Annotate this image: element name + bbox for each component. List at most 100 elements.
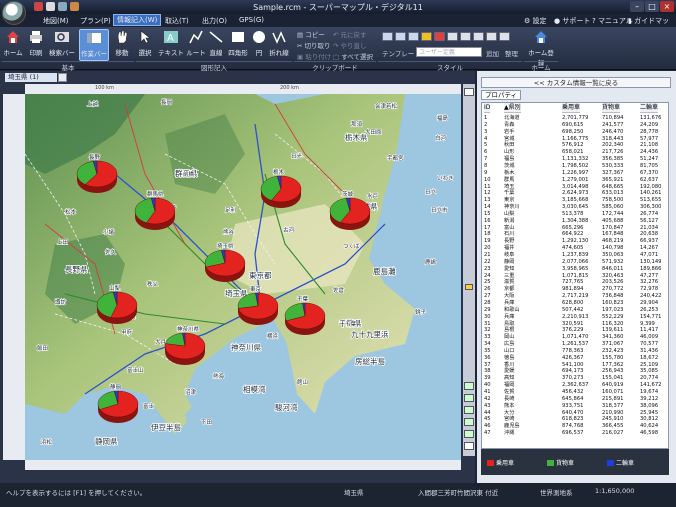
work-bar-button[interactable]: 作業バー	[79, 29, 109, 61]
layer-toggle-5-icon[interactable]	[464, 430, 474, 438]
table-row[interactable]: 46 鹿児島 874,768 366,455 40,624	[482, 423, 670, 430]
menu-import[interactable]: 取込(T)	[162, 16, 192, 26]
route-button[interactable]: ルート	[186, 29, 206, 61]
paste-button[interactable]: ▣ 貼り付け	[297, 51, 331, 61]
table-row[interactable]: 36 徳島 426,367 155,780 18,672	[482, 355, 670, 362]
layer-toggle-1-icon[interactable]	[464, 382, 474, 390]
map-canvas[interactable]: 長野県群馬県栃木県茨城県山梨県埼玉県東京都千葉県神奈川県静岡県伊豆半島房総半島鹿…	[25, 94, 461, 460]
template-add-button[interactable]: 追加	[486, 48, 499, 58]
table-row[interactable]: 2 青森 690,615 241,577 24,209	[482, 122, 670, 129]
menu-output[interactable]: 出力(O)	[199, 16, 230, 26]
search-bar-button[interactable]: 検索バー	[47, 29, 77, 61]
table-row[interactable]: 38 愛媛 694,173 256,943 35,085	[482, 368, 670, 375]
table-row[interactable]: 26 京都 981,894 270,772 72,978	[482, 286, 670, 293]
table-row[interactable]: 8 茨城 1,798,502 530,333 81,705	[482, 163, 670, 170]
quick-undo-icon[interactable]	[58, 2, 67, 11]
tab-properties[interactable]: プロパティ	[481, 90, 521, 100]
table-row[interactable]: 22 静岡 2,077,066 571,932 130,149	[482, 259, 670, 266]
table-row[interactable]: 15 山梨 513,378 172,744 26,774	[482, 211, 670, 218]
table-row[interactable]: 27 大阪 2,717,219 736,848 240,422	[482, 293, 670, 300]
table-row[interactable]: 43 熊本 933,751 318,377 38,096	[482, 403, 670, 410]
table-row[interactable]: 23 愛知 3,958,965 846,011 189,866	[482, 266, 670, 273]
support-menu[interactable]: ● サポート	[554, 16, 590, 26]
color-red-icon[interactable]	[434, 32, 445, 41]
table-row[interactable]: 3 岩手 698,250 246,470 28,778	[482, 129, 670, 136]
table-row[interactable]: 34 広島 1,261,537 371,067 70,577	[482, 341, 670, 348]
quick-print-icon[interactable]	[70, 2, 79, 11]
layer-toggle-3-icon[interactable]	[464, 406, 474, 414]
minimize-button[interactable]: –	[630, 1, 644, 12]
table-row[interactable]: 10 群馬 1,279,001 365,921 62,637	[482, 177, 670, 184]
table-row[interactable]: 1 北海道 2,701,779 710,894 131,676	[482, 115, 670, 122]
menu-map[interactable]: 地図(M)	[40, 16, 72, 26]
map-tab[interactable]: 埼玉県 (1)	[5, 73, 57, 82]
copy-button[interactable]: ▤ コピー	[297, 29, 325, 39]
line-button[interactable]: 直線	[207, 29, 225, 61]
template-organize-button[interactable]: 整理	[505, 48, 518, 58]
line-style-icon[interactable]	[395, 32, 406, 41]
table-row[interactable]: 28 兵庫 628,800 160,823 29,904	[482, 300, 670, 307]
table-row[interactable]: 18 石川 664,922 167,848 20,638	[482, 231, 670, 238]
table-row[interactable]: 21 岐阜 1,237,839 350,063 47,071	[482, 252, 670, 259]
symbol-icon[interactable]	[421, 32, 432, 41]
layer-icon[interactable]	[499, 32, 510, 41]
table-row[interactable]: 47 沖縄 696,537 216,027 46,598	[482, 430, 670, 437]
table-row[interactable]: 35 山口 778,363 232,423 31,436	[482, 348, 670, 355]
cut-button[interactable]: ✂ 切り取り	[297, 40, 331, 50]
table-row[interactable]: 45 宮崎 618,823 245,910 30,812	[482, 416, 670, 423]
template-select[interactable]: ユーザー定義	[416, 47, 482, 57]
rectangle-button[interactable]: 四角形	[226, 29, 250, 61]
menu-plan[interactable]: プラン(P)	[77, 16, 114, 26]
home-register-button[interactable]: ホーム登録	[526, 29, 556, 67]
table-row[interactable]: 32 島根 376,229 139,611 11,417	[482, 327, 670, 334]
zoom-out-icon[interactable]	[464, 442, 474, 450]
close-button[interactable]: ×	[660, 1, 674, 12]
zoom-slider[interactable]	[463, 84, 475, 456]
select-all-button[interactable]: ⬚ すべて選択	[333, 51, 373, 61]
table-row[interactable]: 39 高知 370,273 155,041 20,774	[482, 375, 670, 382]
settings-menu[interactable]: ⚙ 設定	[524, 16, 547, 26]
table-row[interactable]: 6 山形 658,021 217,726 24,436	[482, 149, 670, 156]
table-row[interactable]: 40 福岡 2,362,637 640,919 141,672	[482, 382, 670, 389]
circle-button[interactable]: 円	[251, 29, 267, 61]
alignment-icon[interactable]	[486, 32, 497, 41]
zoom-handle[interactable]	[465, 284, 473, 290]
fill-style-icon[interactable]	[382, 32, 393, 41]
font-size-icon[interactable]	[473, 32, 484, 41]
table-row[interactable]: 41 佐賀 456,432 160,071 19,674	[482, 389, 670, 396]
redo-button[interactable]: ↷ やり直し	[333, 40, 367, 50]
table-row[interactable]: 14 神奈川 3,030,645 585,060 306,300	[482, 204, 670, 211]
col-header-pref[interactable]: ▲県別	[504, 103, 521, 113]
manual-menu[interactable]: ? マニュアル	[592, 16, 633, 26]
table-row[interactable]: 13 東京 3,185,668 758,500 513,655	[482, 197, 670, 204]
table-row[interactable]: 12 千葉 2,624,973 633,013 140,261	[482, 190, 670, 197]
table-row[interactable]: 7 福島 1,131,332 356,385 51,247	[482, 156, 670, 163]
menu-info-entry[interactable]: 情報記入(W)	[113, 14, 162, 26]
table-row[interactable]: 9 栃木 1,226,997 327,367 67,370	[482, 170, 670, 177]
line-type-icon[interactable]	[460, 32, 471, 41]
quick-open-icon[interactable]	[46, 2, 55, 11]
table-row[interactable]: 20 福井 474,605 140,798 14,267	[482, 245, 670, 252]
menu-gps[interactable]: GPS(G)	[236, 16, 267, 24]
col-header-motorcycle[interactable]: 二輪車	[640, 103, 659, 113]
text-button[interactable]: A テキスト	[158, 29, 184, 61]
table-row[interactable]: 29 和歌山 507,442 197,023 26,253	[482, 307, 670, 314]
quick-save-icon[interactable]	[34, 2, 43, 11]
col-header-freight[interactable]: 貨物車	[602, 103, 621, 113]
table-row[interactable]: 19 長野 1,292,130 468,219 66,937	[482, 238, 670, 245]
line-width-icon[interactable]	[447, 32, 458, 41]
table-row[interactable]: 16 新潟 1,304,388 405,688 56,127	[482, 218, 670, 225]
table-row[interactable]: 25 滋賀 727,765 203,526 32,276	[482, 279, 670, 286]
layer-toggle-4-icon[interactable]	[464, 418, 474, 426]
print-button[interactable]: 印刷	[26, 29, 46, 61]
undo-button[interactable]: ↶ 元に戻す	[333, 29, 367, 39]
select-button[interactable]: 選択	[136, 29, 154, 61]
polyline-button[interactable]: 折れ線	[268, 29, 290, 61]
table-row[interactable]: 30 兵庫 2,210,913 552,229 154,771	[482, 314, 670, 321]
table-row[interactable]: 33 岡山 1,071,470 341,360 46,009	[482, 334, 670, 341]
tab-close-icon[interactable]	[58, 73, 67, 82]
maximize-button[interactable]: □	[645, 1, 659, 12]
col-header-id[interactable]: ID	[484, 103, 491, 113]
col-header-passenger[interactable]: 乗用車	[562, 103, 581, 113]
zoom-in-icon[interactable]	[464, 88, 474, 96]
